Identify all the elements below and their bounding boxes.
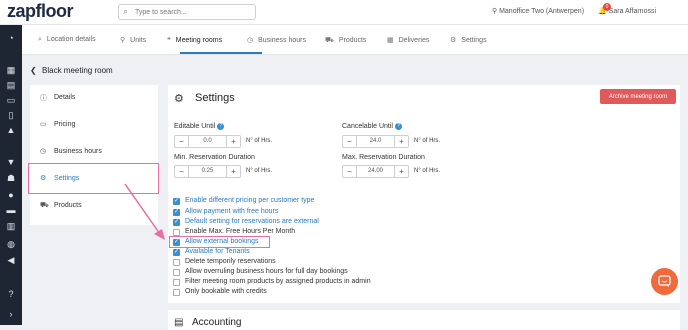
checkbox-payment-free-hours[interactable]: Allow payment with free hours xyxy=(173,208,493,217)
gear-icon: ⚙ xyxy=(450,37,457,44)
settings-title: Settings xyxy=(195,92,235,104)
tab-meeting-rooms[interactable]: ❝ Meeting rooms xyxy=(167,36,222,44)
megaphone-icon[interactable]: ◀ xyxy=(5,255,17,265)
globe-icon[interactable]: ◍ xyxy=(5,239,17,249)
room-nav-pricing[interactable]: ▭ Pricing xyxy=(30,112,158,139)
breadcrumb: ❮ Black meeting room xyxy=(22,55,688,85)
editable-until-unit: N° of Hrs. xyxy=(246,138,273,144)
decrement-button[interactable]: − xyxy=(175,136,189,147)
help-icon[interactable]: ? xyxy=(5,289,17,299)
search-box[interactable]: ⌕ xyxy=(118,4,256,20)
decrement-button[interactable]: − xyxy=(343,136,357,147)
min-reservation-label: Min. Reservation Duration xyxy=(174,154,255,161)
tab-business-hours[interactable]: ◷ Business hours xyxy=(247,36,306,44)
dashboard-icon[interactable]: ◔ xyxy=(5,33,17,43)
checkbox-overrule-business-hours[interactable]: Allow overruling business hours for full… xyxy=(173,268,493,277)
settings-highlight-box xyxy=(28,163,159,194)
chat-icon xyxy=(658,275,671,287)
filter-icon[interactable]: ▼ xyxy=(5,157,17,167)
clock-icon: ◷ xyxy=(247,37,254,44)
increment-button[interactable]: + xyxy=(394,136,408,147)
decrement-button[interactable]: − xyxy=(343,166,357,177)
accounting-title: Accounting xyxy=(192,317,242,328)
annotation-arrow-head xyxy=(154,229,165,240)
editable-until-stepper[interactable]: − 0.0 + xyxy=(174,135,241,148)
card-icon: ▭ xyxy=(40,121,47,128)
increment-button[interactable]: + xyxy=(226,166,240,177)
search-icon: ⌕ xyxy=(38,36,42,43)
cart-icon: ⛟ xyxy=(325,37,334,44)
checkbox-delete-temporily[interactable]: Delete temporily reservations xyxy=(173,258,493,267)
cancelable-until-label: Cancelable Until? xyxy=(342,123,402,130)
notification-badge: 0 xyxy=(603,3,611,11)
accounting-section: ▤ Accounting xyxy=(168,310,680,330)
decrement-button[interactable]: − xyxy=(175,166,189,177)
min-reservation-unit: N° of Hrs. xyxy=(246,168,273,174)
main-sidebar: ◔ ▦ ▤ ▭ ▯ ▲ ▼ ☗ ● ▬ ▥ ◍ ◀ ? › xyxy=(0,25,22,325)
archive-meeting-room-button[interactable]: Archive meeting room xyxy=(600,89,676,104)
checkbox-filter-products[interactable]: Filter meeting room products by assigned… xyxy=(173,278,493,287)
user-icon[interactable]: ● xyxy=(5,190,17,200)
min-reservation-stepper[interactable]: − 0.25 + xyxy=(174,165,241,178)
users-icon[interactable]: ☗ xyxy=(5,173,17,183)
inbox-icon[interactable]: ▬ xyxy=(5,205,17,215)
increment-button[interactable]: + xyxy=(394,166,408,177)
max-reservation-unit: N° of Hrs. xyxy=(414,168,441,174)
max-reservation-stepper[interactable]: − 24.00 + xyxy=(342,165,409,178)
external-bookings-highlight-box xyxy=(169,236,270,248)
warning-icon[interactable]: ▲ xyxy=(5,125,17,135)
back-chevron-icon[interactable]: ❮ xyxy=(30,66,37,75)
tab-products[interactable]: ⛟ Products xyxy=(325,36,366,45)
tab-bar: ⌕ Location details ⚲ Units ❝ Meeting rooms … xyxy=(22,25,688,55)
pin-icon: ⚲ xyxy=(120,37,126,44)
help-icon[interactable]: ? xyxy=(217,123,225,130)
cart-icon: ⛟ xyxy=(40,202,49,209)
tab-deliveries[interactable]: ▦ Deliveries xyxy=(387,36,429,44)
checkbox-only-credits[interactable]: Only bookable with credits xyxy=(173,288,493,297)
increment-button[interactable]: + xyxy=(226,136,240,147)
tab-units[interactable]: ⚲ Units xyxy=(120,36,146,44)
monitor-icon[interactable]: ▭ xyxy=(5,95,17,105)
max-reservation-label: Max. Reservation Duration xyxy=(342,154,425,161)
cancelable-until-value[interactable]: 24.0 xyxy=(357,136,394,147)
help-icon[interactable]: ? xyxy=(394,123,402,130)
expand-icon[interactable]: › xyxy=(5,309,17,319)
clock-icon: ◷ xyxy=(40,148,47,155)
editable-until-label: Editable Until? xyxy=(174,123,225,130)
checkbox-available-tenants[interactable]: Available for Tenants xyxy=(173,248,493,257)
max-reservation-value[interactable]: 24.00 xyxy=(357,166,394,177)
info-icon: ⓘ xyxy=(40,95,47,102)
cancelable-until-unit: N° of Hrs. xyxy=(414,138,441,144)
chat-launcher-button[interactable] xyxy=(651,268,678,295)
calendar-icon[interactable]: ▦ xyxy=(5,65,17,75)
editable-until-value[interactable]: 0.0 xyxy=(189,136,226,147)
checkbox-default-external[interactable]: Default setting for reservations are ext… xyxy=(173,218,493,227)
active-tab-indicator xyxy=(180,52,262,54)
room-nav-products[interactable]: ⛟ Products xyxy=(30,193,158,220)
logo[interactable]: zapfloor xyxy=(7,1,74,22)
min-reservation-value[interactable]: 0.25 xyxy=(189,166,226,177)
room-nav: ⓘ Details ▭ Pricing ◷ Business hours ⚙ Setti… xyxy=(30,85,158,225)
grid-icon: ▦ xyxy=(387,37,394,44)
room-nav-details[interactable]: ⓘ Details xyxy=(30,85,158,112)
document-icon[interactable]: ▤ xyxy=(5,80,17,90)
search-icon: ⌕ xyxy=(123,6,129,16)
gears-icon: ⚙ xyxy=(174,93,184,105)
page-title: Black meeting room xyxy=(42,66,113,75)
accounting-icon: ▤ xyxy=(174,317,184,328)
top-bar: zapfloor ⌕ ⚲ Manoffice Two (Antwerpen) 🔔… xyxy=(0,0,688,25)
file-icon[interactable]: ▯ xyxy=(5,110,17,120)
search-input[interactable] xyxy=(135,6,251,18)
tab-location-details[interactable]: ⌕ Location details xyxy=(38,36,96,44)
tab-settings[interactable]: ⚙ Settings xyxy=(450,36,487,44)
chat-icon: ❝ xyxy=(167,37,171,44)
checkbox-different-pricing[interactable]: Enable different pricing per customer ty… xyxy=(173,197,493,206)
room-nav-business-hours[interactable]: ◷ Business hours xyxy=(30,139,158,166)
cancelable-until-stepper[interactable]: − 24.0 + xyxy=(342,135,409,148)
building-icon[interactable]: ▥ xyxy=(5,221,17,231)
location-selector[interactable]: ⚲ Manoffice Two (Antwerpen) xyxy=(492,7,584,15)
